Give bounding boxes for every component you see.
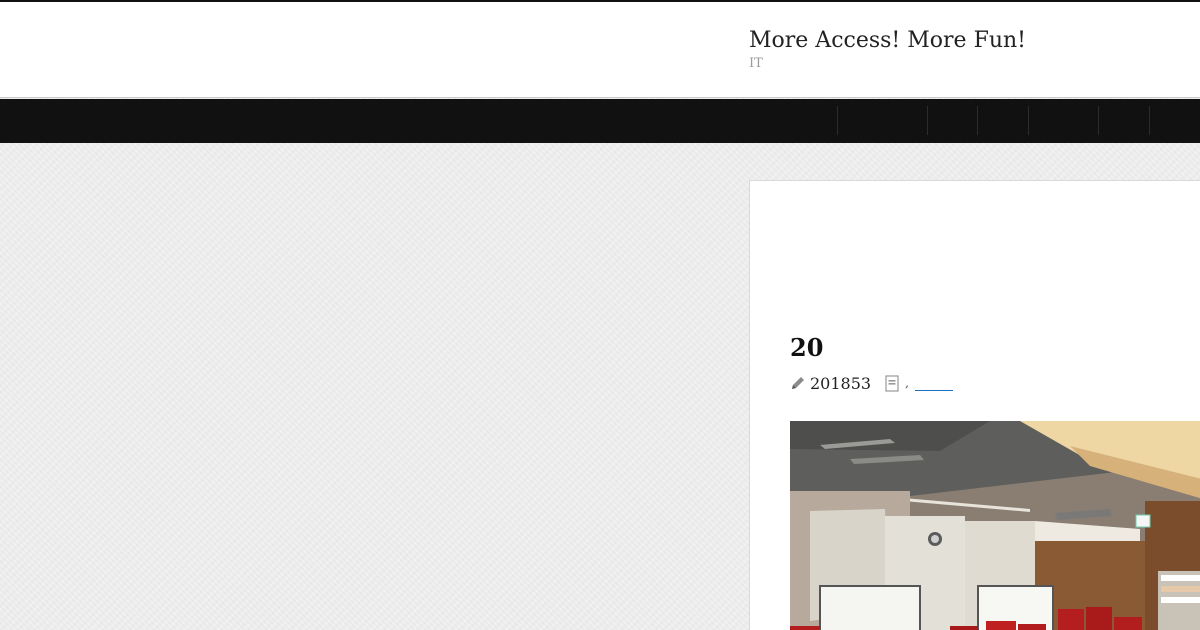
main-navigation	[0, 99, 1200, 143]
nav-item-3[interactable]	[977, 106, 1028, 135]
post-date: 201853	[810, 373, 872, 393]
meta-separator: ,	[905, 376, 909, 390]
nav-item-4[interactable]	[1028, 106, 1098, 135]
site-header: More Access! More Fun! IT	[0, 2, 1200, 98]
nav-item-1[interactable]	[837, 106, 927, 135]
site-description: IT	[749, 56, 763, 71]
post-card: 20 201853 ,	[749, 180, 1200, 630]
site-title[interactable]: More Access! More Fun!	[749, 28, 1026, 53]
nav-item-5[interactable]	[1098, 106, 1149, 135]
document-icon	[885, 374, 899, 392]
post-meta: 201853 ,	[790, 372, 953, 394]
post-title[interactable]: 20	[790, 333, 823, 362]
lounge-photo	[790, 421, 1200, 630]
category-link[interactable]	[914, 376, 953, 391]
pencil-icon	[790, 375, 806, 391]
nav-item-6[interactable]	[1149, 106, 1200, 135]
nav-item-2[interactable]	[927, 106, 977, 135]
post-featured-image[interactable]	[790, 421, 1200, 630]
